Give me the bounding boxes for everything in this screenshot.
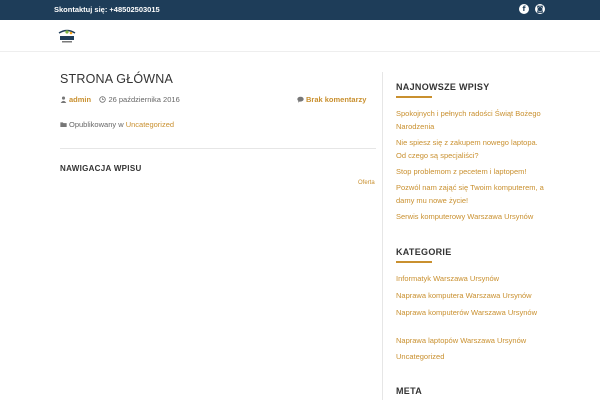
category-item[interactable]: Naprawa komputera Warszawa Ursynów (396, 289, 546, 302)
comments-label: Brak komentarzy (306, 95, 367, 104)
post-date: 26 października 2016 (108, 95, 180, 104)
category-item[interactable]: Naprawa laptopów Warszawa Ursynów (396, 334, 546, 347)
category-item[interactable]: Uncategorized (396, 350, 546, 363)
recent-post-link[interactable]: Serwis komputerowy Warszawa Ursynów (396, 210, 546, 223)
content-divider (60, 148, 376, 149)
next-post-link[interactable]: Oferta (358, 180, 375, 186)
folder-icon (60, 122, 67, 127)
top-bar: Skontaktuj się: +48502503015 f ◙ (0, 0, 600, 20)
category-link[interactable]: Uncategorized (126, 120, 174, 129)
recent-post-link[interactable]: Nie spiesz się z zakupem nowego laptopa.… (396, 136, 546, 162)
recent-posts-underline (396, 96, 432, 98)
instagram-icon[interactable]: ◙ (535, 4, 545, 14)
post-author[interactable]: admin (69, 95, 91, 104)
post-category-line: Opublikowany w Uncategorized (60, 120, 174, 129)
site-header (0, 20, 600, 52)
recent-post-link[interactable]: Pozwól nam zająć się Twoim komputerem, a… (396, 181, 546, 207)
category-item[interactable]: Naprawa komputerów Warszawa Ursynów (396, 306, 546, 319)
recent-post-link[interactable]: Stop problemom z pecetem i laptopem! (396, 165, 546, 178)
post-navigation-heading: NAWIGACJA WPISU (60, 164, 142, 173)
sidebar-divider (382, 72, 383, 400)
recent-posts-title: NAJNOWSZE WPISY (396, 82, 490, 92)
category-item[interactable]: Informatyk Warszawa Ursynów (396, 272, 546, 285)
user-icon (60, 96, 67, 103)
comments-link[interactable]: Brak komentarzy (297, 95, 366, 104)
post-meta: admin 26 października 2016 (60, 95, 180, 104)
published-label: Opublikowany w (69, 120, 124, 129)
site-logo[interactable] (57, 27, 77, 45)
clock-icon (99, 96, 107, 103)
categories-underline (396, 261, 432, 263)
page-title: STRONA GŁÓWNA (60, 72, 174, 86)
recent-post-link[interactable]: Spokojnych i pełnych radości Świąt Bożeg… (396, 107, 546, 133)
contact-phone[interactable]: Skontaktuj się: +48502503015 (54, 5, 160, 14)
meta-title: META (396, 386, 423, 396)
facebook-icon[interactable]: f (519, 4, 529, 14)
comment-icon (297, 96, 304, 103)
categories-title: KATEGORIE (396, 247, 452, 257)
